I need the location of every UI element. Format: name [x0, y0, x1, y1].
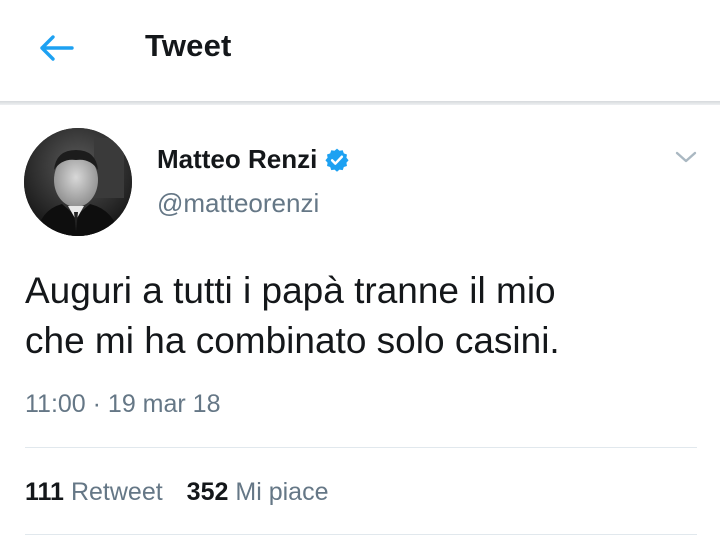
author-name-row[interactable]: Matteo Renzi [157, 144, 350, 175]
chevron-down-icon[interactable] [672, 146, 700, 168]
arrow-left-icon [40, 35, 74, 61]
tweet-stats: 111 Retweet 352 Mi piace [25, 478, 328, 507]
retweets-count: 111 [25, 478, 64, 506]
profile-photo [24, 128, 132, 236]
tweet-text-line: che mi ha combinato solo casini. [25, 320, 560, 361]
likes-label: Mi piace [235, 478, 329, 506]
tweet-text-line: Auguri a tutti i papà tranne il mio [25, 270, 556, 311]
back-button[interactable] [34, 28, 78, 68]
page-title: Tweet [145, 28, 232, 63]
likes-count: 352 [186, 478, 229, 506]
avatar[interactable] [24, 128, 132, 236]
header-divider [0, 101, 720, 105]
retweets-label: Retweet [70, 478, 163, 506]
tweet-timestamp: 11:00 · 19 mar 18 [25, 390, 221, 418]
verified-badge-icon [325, 148, 349, 172]
likes-stat[interactable]: 352 Mi piace [187, 478, 329, 507]
author-name: Matteo Renzi [157, 144, 318, 174]
divider [25, 534, 697, 535]
divider [25, 447, 697, 448]
top-bar: Tweet [0, 0, 720, 104]
tweet-text: Auguri a tutti i papà tranne il mio che … [25, 266, 705, 366]
author-handle[interactable]: @matteorenzi [157, 188, 319, 219]
retweets-stat[interactable]: 111 Retweet [25, 478, 163, 507]
